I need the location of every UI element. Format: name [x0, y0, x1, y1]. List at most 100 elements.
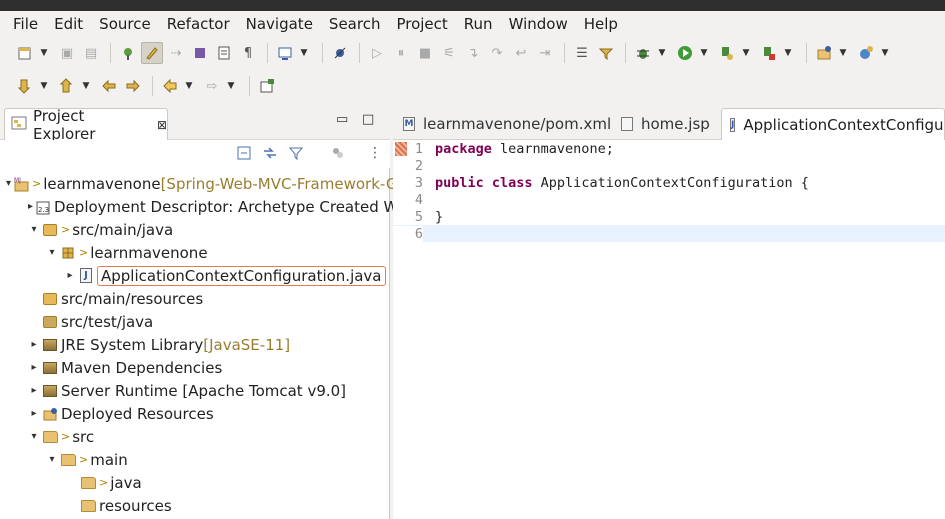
menu-source[interactable]: Source	[91, 11, 159, 37]
suspend-icon[interactable]: ⏸	[390, 42, 412, 64]
view-menu-icon[interactable]: ⋮	[368, 145, 382, 161]
menu-project[interactable]: Project	[388, 11, 455, 37]
editor-tab-home-jsp[interactable]: home.jsp	[613, 108, 721, 140]
tree-item-maven-dependencies[interactable]: ▸ Maven Dependencies	[0, 356, 390, 379]
tree-item-package[interactable]: ▾ > learnmavenone	[0, 241, 390, 264]
menu-help[interactable]: Help	[576, 11, 626, 37]
tree-item-java-file[interactable]: ▸ J ApplicationContextConfiguration.java	[0, 264, 390, 287]
tree-item-src-test-java[interactable]: src/test/java	[0, 310, 390, 333]
tree-expand-arrow[interactable]: ▾	[6, 178, 11, 189]
code-line[interactable]: 1 package learnmavenone;	[393, 140, 945, 157]
editor-tab-pom[interactable]: M learnmavenone/pom.xml	[395, 108, 613, 140]
next-edit-location-icon[interactable]	[14, 75, 36, 97]
code-line[interactable]: 2	[393, 157, 945, 174]
pilcrow-icon[interactable]: ¶	[237, 42, 259, 64]
tree-item-server-runtime[interactable]: ▸ Server Runtime [Apache Tomcat v9.0]	[0, 379, 390, 402]
tree-item-resources-folder[interactable]: resources	[0, 494, 390, 517]
tree-item-src-main-java[interactable]: ▾ > src/main/java	[0, 218, 390, 241]
tree-item-java-folder[interactable]: > java	[0, 471, 390, 494]
back-icon[interactable]	[159, 75, 181, 97]
tree-expand-arrow[interactable]: ▸	[64, 270, 76, 281]
save-icon[interactable]: ▣	[56, 42, 78, 64]
tree-expand-arrow[interactable]: ▾	[28, 431, 40, 442]
prev-annotation-icon[interactable]	[189, 42, 211, 64]
run-dropdown-icon[interactable]: ▼	[698, 42, 710, 64]
collapse-all-icon[interactable]	[236, 145, 252, 165]
new-java-class-dropdown-icon[interactable]: ▼	[879, 42, 891, 64]
maximize-icon[interactable]: □	[362, 112, 374, 127]
pin-editor-icon[interactable]	[122, 75, 144, 97]
menu-navigate[interactable]: Navigate	[238, 11, 321, 37]
menu-window[interactable]: Window	[501, 11, 576, 37]
external-tools-dropdown-icon[interactable]: ▼	[782, 42, 794, 64]
task-list-icon[interactable]: ☰	[571, 42, 593, 64]
tree-item-jre-library[interactable]: ▸ JRE System Library [JavaSE-11]	[0, 333, 390, 356]
forward-icon[interactable]: ⇨	[201, 75, 223, 97]
filter-icon[interactable]	[288, 145, 304, 165]
skip-breakpoints-icon[interactable]	[329, 42, 351, 64]
tree-item-project[interactable]: ▾ MJ > learnmavenone [Spring-Web-MVC-Fra…	[0, 172, 418, 195]
menu-search[interactable]: Search	[321, 11, 389, 37]
terminate-icon[interactable]: ■	[414, 42, 436, 64]
tree-item-src[interactable]: ▾ > src	[0, 425, 390, 448]
tree-item-main[interactable]: ▾ > main	[0, 448, 390, 471]
code-line-current[interactable]: 6	[393, 225, 945, 242]
tree-expand-arrow[interactable]: ▸	[28, 201, 33, 212]
new-dropdown-icon[interactable]: ▼	[38, 42, 50, 64]
external-tools-icon[interactable]	[758, 42, 780, 64]
debug-dropdown-icon[interactable]: ▼	[656, 42, 668, 64]
link-with-editor-icon[interactable]	[262, 145, 278, 165]
prev-edit-location-icon[interactable]	[56, 75, 78, 97]
prev-edit-dropdown-icon[interactable]: ▼	[80, 75, 92, 97]
mark-occurrences-icon[interactable]	[141, 42, 163, 64]
next-edit-dropdown-icon[interactable]: ▼	[38, 75, 50, 97]
tree-expand-arrow[interactable]: ▸	[28, 385, 40, 396]
tree-expand-arrow[interactable]: ▾	[28, 224, 40, 235]
resume-icon[interactable]: ▷	[366, 42, 388, 64]
tree-item-src-main-resources[interactable]: src/main/resources	[0, 287, 390, 310]
drop-to-frame-icon[interactable]: ⇥	[534, 42, 556, 64]
menu-refactor[interactable]: Refactor	[159, 11, 238, 37]
new-icon[interactable]	[14, 42, 36, 64]
step-into-icon[interactable]: ↴	[462, 42, 484, 64]
tree-expand-arrow[interactable]: ▸	[28, 408, 40, 419]
minimize-icon[interactable]: ▭	[336, 112, 348, 127]
new-java-class-icon[interactable]	[855, 42, 877, 64]
new-java-project-dropdown-icon[interactable]: ▼	[837, 42, 849, 64]
tree-expand-arrow[interactable]: ▸	[28, 339, 40, 350]
new-java-project-icon[interactable]	[813, 42, 835, 64]
step-over-icon[interactable]: ↷	[486, 42, 508, 64]
debug-icon[interactable]	[632, 42, 654, 64]
forward-dropdown-icon[interactable]: ▼	[225, 75, 237, 97]
menu-edit[interactable]: Edit	[46, 11, 91, 37]
tree-item-deployment-descriptor[interactable]: ▸ 2.3 Deployment Descriptor: Archetype C…	[0, 195, 416, 218]
next-annotation-icon[interactable]: ⇢	[165, 42, 187, 64]
console-icon[interactable]	[274, 42, 296, 64]
code-line[interactable]: 5 }	[393, 208, 945, 225]
focus-icon[interactable]	[330, 145, 346, 165]
code-editor[interactable]: 1 package learnmavenone; 2 3 public clas…	[393, 140, 945, 519]
save-all-icon[interactable]: ▤	[80, 42, 102, 64]
tree-item-deployed-resources[interactable]: ▸ Deployed Resources	[0, 402, 390, 425]
run-icon[interactable]	[674, 42, 696, 64]
console-dropdown-icon[interactable]: ▼	[298, 42, 310, 64]
tree-expand-arrow[interactable]: ▾	[46, 247, 58, 258]
close-icon[interactable]: ⊠	[157, 118, 167, 132]
last-edit-location-icon[interactable]	[98, 75, 120, 97]
disconnect-icon[interactable]: ⚟	[438, 42, 460, 64]
debug-key-icon[interactable]	[117, 42, 139, 64]
code-line[interactable]: 3 public class ApplicationContextConfigu…	[393, 174, 945, 191]
tree-expand-arrow[interactable]: ▸	[28, 362, 40, 373]
coverage-icon[interactable]	[716, 42, 738, 64]
show-whitespace-icon[interactable]	[213, 42, 235, 64]
open-task-icon[interactable]	[256, 75, 278, 97]
back-dropdown-icon[interactable]: ▼	[183, 75, 195, 97]
tree-expand-arrow[interactable]: ▾	[46, 454, 58, 465]
project-explorer-tab[interactable]: Project Explorer ⊠	[4, 107, 168, 143]
code-line[interactable]: 4	[393, 191, 945, 208]
menu-run[interactable]: Run	[456, 11, 501, 37]
use-step-filters-icon[interactable]	[595, 42, 617, 64]
step-return-icon[interactable]: ↩	[510, 42, 532, 64]
coverage-dropdown-icon[interactable]: ▼	[740, 42, 752, 64]
menu-file[interactable]: File	[5, 11, 46, 37]
